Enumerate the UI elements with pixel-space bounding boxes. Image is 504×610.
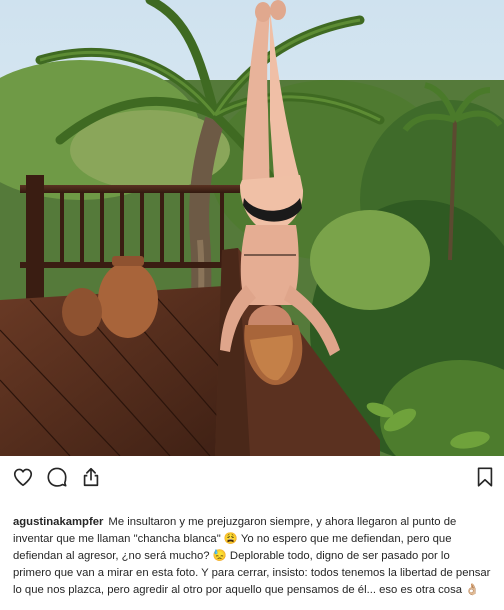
share-button[interactable]: [78, 464, 104, 490]
caption-username[interactable]: agustinakampfer: [13, 516, 103, 528]
post-caption: agustinakampfer Me insultaron y me prejuz…: [13, 514, 491, 599]
share-icon: [83, 467, 99, 487]
post-photo[interactable]: [0, 0, 504, 456]
comment-icon: [47, 467, 67, 487]
post-photo-illustration: [0, 0, 504, 456]
comment-button[interactable]: [44, 464, 70, 490]
post-action-bar: [0, 456, 504, 496]
like-button[interactable]: [10, 464, 36, 490]
caption-text: Me insultaron y me prejuzgaron siempre, …: [13, 516, 491, 596]
heart-icon: [13, 468, 33, 487]
instagram-post: agustinakampfer Me insultaron y me prejuz…: [0, 0, 504, 610]
save-button[interactable]: [472, 464, 498, 490]
bookmark-icon: [477, 467, 493, 487]
